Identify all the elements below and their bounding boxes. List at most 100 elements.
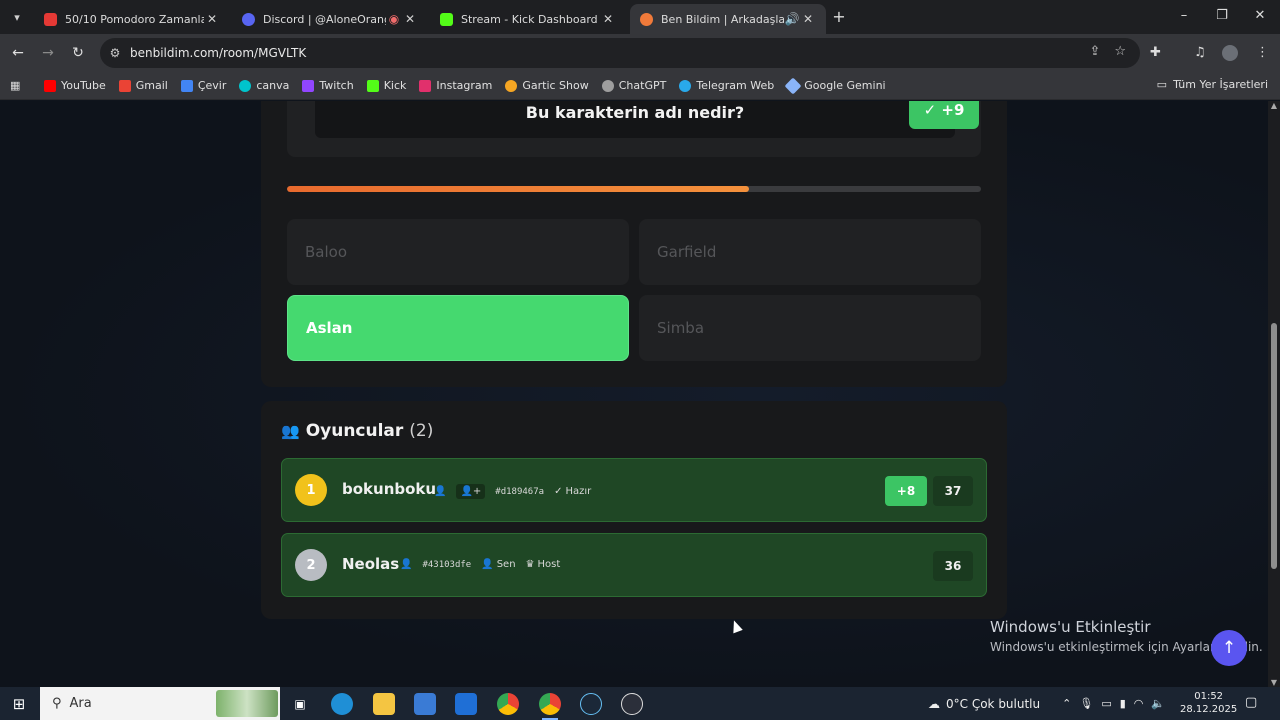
restore-icon[interactable]: ❐: [1212, 8, 1232, 23]
scrollbar-thumb[interactable]: [1271, 323, 1277, 569]
obs-icon[interactable]: [621, 693, 643, 715]
bookmark-google-gemini[interactable]: Google Gemini: [784, 77, 886, 94]
apps-grid-icon[interactable]: ▦: [10, 79, 22, 92]
site-settings-icon[interactable]: ⚙: [100, 46, 130, 60]
chevron-up-icon[interactable]: ⌃: [1062, 697, 1071, 710]
ready-status: ✓ Hazır: [554, 486, 591, 497]
players-header: 👥 Oyuncular (2): [281, 421, 433, 441]
new-tab-plus-icon[interactable]: +: [830, 8, 848, 26]
address-bar[interactable]: ⚙ benbildim.com/room/MGVLTK ⇪ ☆: [100, 38, 1140, 68]
player-id: #d189467a: [495, 486, 545, 497]
time-progress-bar: [287, 186, 981, 192]
add-friend-icon[interactable]: 👤+: [456, 484, 486, 499]
bookmark-canva[interactable]: canva: [239, 79, 289, 92]
question-box: Bu karakterin adı nedir?: [315, 101, 955, 138]
extensions-puzzle-icon[interactable]: ✚: [1150, 45, 1161, 60]
bookmark-youtube[interactable]: YouTube: [44, 79, 106, 92]
player-name: Neolas: [342, 555, 400, 573]
all-bookmarks-label: Tüm Yer İşaretleri: [1173, 78, 1268, 91]
chrome-active-icon[interactable]: [539, 693, 561, 720]
bookmark-chatgpt[interactable]: ChatGPT: [601, 79, 666, 92]
check-circle-icon: ✓: [554, 486, 563, 497]
bookmark-label: canva: [256, 79, 290, 92]
clock[interactable]: 01:52 28.12.2025: [1180, 690, 1237, 716]
bookmark-gmail[interactable]: Gmail: [118, 79, 168, 92]
bookmark-instagram[interactable]: Instagram: [419, 79, 492, 92]
answer-option[interactable]: Simba: [639, 295, 981, 361]
tab-title: Ben Bildim | Arkadaşlarınla: [661, 12, 784, 26]
steam-icon[interactable]: [580, 693, 602, 715]
close-tab-icon[interactable]: ✕: [800, 12, 816, 26]
players-panel: 👥 Oyuncular (2) 1 bokunboku 👤 👤+ #d18946…: [261, 401, 1007, 619]
wifi-icon[interactable]: ◠: [1134, 697, 1144, 710]
answer-option[interactable]: Baloo: [287, 219, 629, 285]
taskbar-search[interactable]: ⚲ Ara: [40, 687, 280, 720]
question-panel: Bu karakterin adı nedir? ✓ +9 Baloo Garf…: [261, 101, 1007, 387]
mail-icon[interactable]: [455, 693, 477, 715]
tab-discord[interactable]: Discord | @AloneOrange37 ◉ ✕: [232, 4, 428, 34]
bookmark-gartic-show[interactable]: Gartic Show: [505, 79, 589, 92]
media-controls-icon[interactable]: ♫: [1194, 45, 1206, 60]
gemini-icon: [784, 77, 802, 94]
bookmark-telegram-web[interactable]: Telegram Web: [679, 79, 774, 92]
bookmark-kick[interactable]: Kick: [366, 79, 406, 92]
player-id: #43103dfe: [422, 559, 472, 570]
bookmark-star-icon[interactable]: ☆: [1114, 44, 1126, 59]
scroll-up-arrow-icon[interactable]: ▲: [1268, 101, 1280, 110]
search-icon: ⚲: [52, 696, 62, 711]
task-view-icon[interactable]: ▣: [289, 693, 311, 715]
bookmark-twitch[interactable]: Twitch: [302, 79, 354, 92]
close-tab-icon[interactable]: ✕: [600, 12, 616, 26]
battery-icon[interactable]: ▮: [1120, 697, 1126, 710]
windows-start-icon[interactable]: ⊞: [10, 695, 28, 713]
close-tab-icon[interactable]: ✕: [402, 12, 418, 26]
display-icon[interactable]: ▭: [1101, 697, 1111, 710]
tab-ben-bildim[interactable]: Ben Bildim | Arkadaşlarınla 🔊 ✕: [630, 4, 826, 34]
reload-icon[interactable]: ↻: [68, 43, 88, 63]
you-tag: 👤 Sen: [481, 559, 515, 570]
arrow-up-icon: ↑: [1221, 638, 1237, 658]
tab-title: Discord | @AloneOrange37: [263, 12, 386, 26]
install-app-icon[interactable]: ⇪: [1089, 44, 1100, 59]
audio-playing-icon[interactable]: 🔊: [784, 12, 800, 26]
browser-toolbar: ← → ↻ ⚙ benbildim.com/room/MGVLTK ⇪ ☆ ✚ …: [0, 34, 1280, 72]
kebab-menu-icon[interactable]: ⋮: [1256, 45, 1269, 60]
store-icon[interactable]: [414, 693, 436, 715]
microphone-icon[interactable]: 🎙: [1079, 697, 1093, 710]
all-bookmarks[interactable]: ▭ Tüm Yer İşaretleri: [1157, 78, 1268, 91]
notification-icon[interactable]: ▢: [1245, 695, 1257, 710]
file-explorer-icon[interactable]: [373, 693, 395, 715]
page-scrollbar[interactable]: ▲ ▼: [1268, 101, 1280, 687]
tab-kick-dashboard[interactable]: Stream - Kick Dashboard ✕: [430, 4, 626, 34]
bookmark-label: Gmail: [135, 79, 168, 92]
weather-text[interactable]: 0°C Çok bulutlu: [946, 697, 1040, 711]
profile-avatar[interactable]: [1222, 45, 1238, 61]
close-window-icon[interactable]: ✕: [1250, 8, 1270, 23]
url-text[interactable]: benbildim.com/room/MGVLTK: [130, 46, 306, 60]
answer-option[interactable]: Garfield: [639, 219, 981, 285]
question-text: Bu karakterin adı nedir?: [525, 103, 745, 122]
bookmark-cevir[interactable]: Çevir: [180, 79, 226, 92]
user-icon: 👤: [434, 486, 447, 497]
scroll-down-arrow-icon[interactable]: ▼: [1268, 678, 1280, 687]
chrome-icon[interactable]: [497, 693, 519, 715]
host-label: Host: [537, 559, 561, 570]
close-tab-icon[interactable]: ✕: [204, 12, 220, 26]
tab-list-chevron-icon[interactable]: ▾: [6, 6, 28, 28]
translate-icon: [180, 79, 193, 92]
edge-icon[interactable]: [331, 693, 353, 715]
volume-icon[interactable]: 🔈: [1151, 697, 1165, 710]
tab-title: 50/10 Pomodoro Zamanlayıcı -: [65, 12, 204, 26]
tab-pomodoro[interactable]: 50/10 Pomodoro Zamanlayıcı - ✕: [34, 4, 230, 34]
tab-title: Stream - Kick Dashboard: [461, 12, 598, 26]
user-icon: 👤: [400, 559, 413, 570]
minimize-icon[interactable]: –: [1174, 8, 1194, 23]
recording-icon: ◉: [388, 12, 400, 26]
clock-date: 28.12.2025: [1180, 704, 1238, 715]
forward-arrow-icon[interactable]: →: [38, 43, 58, 63]
answer-option-correct[interactable]: Aslan: [287, 295, 629, 361]
instagram-icon: [419, 79, 432, 92]
back-arrow-icon[interactable]: ←: [8, 43, 28, 63]
player-row: 1 bokunboku 👤 👤+ #d189467a ✓ Hazır +8 37: [281, 458, 987, 522]
scroll-to-top-button[interactable]: ↑: [1211, 630, 1247, 666]
